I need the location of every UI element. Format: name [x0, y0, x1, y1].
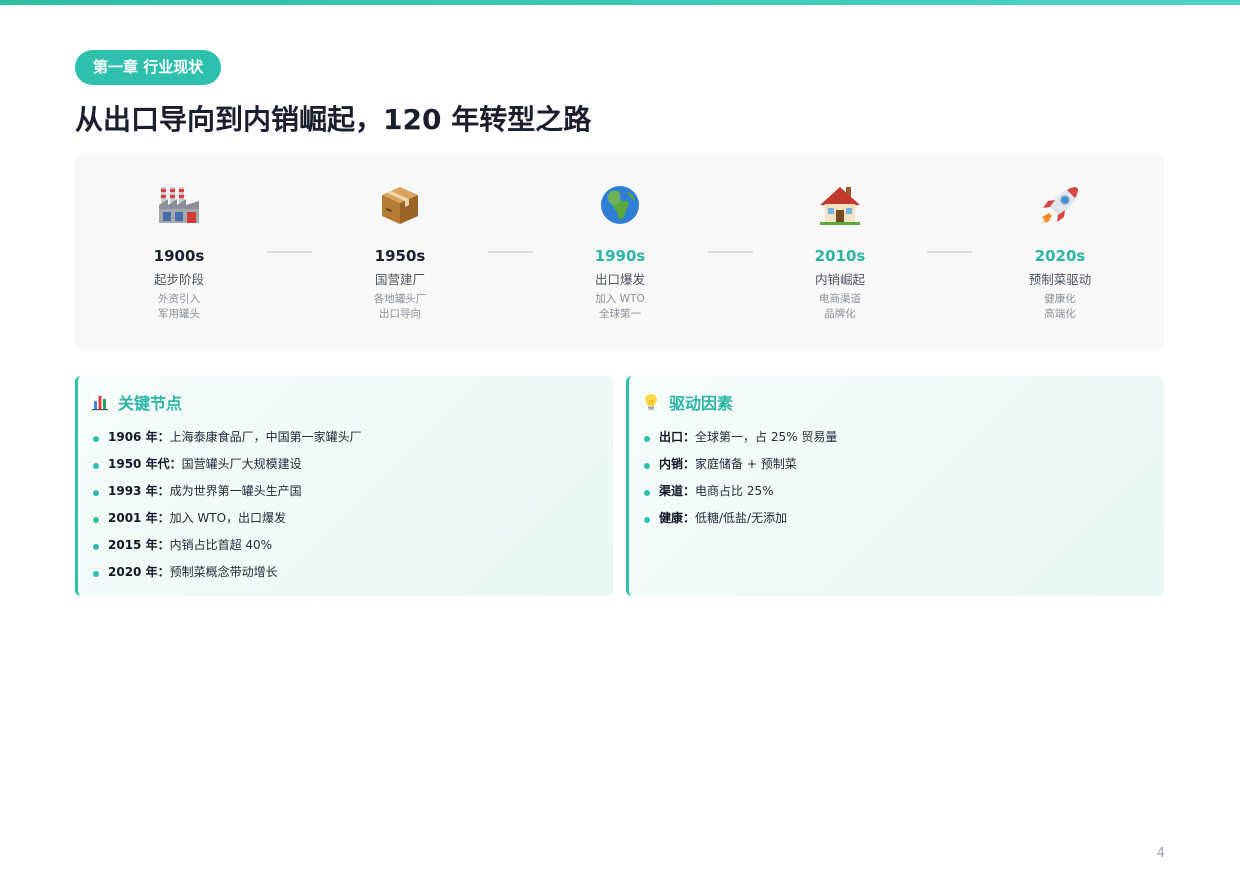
bullet-key: 2020 年： — [108, 565, 170, 579]
timeline-stage: 起步阶段 — [153, 272, 204, 287]
timeline-year: 1950s — [374, 247, 426, 265]
key-nodes-list: 1906 年：上海泰康食品厂，中国第一家罐头厂 1950 年代：国营罐头厂大规模… — [92, 429, 362, 591]
page-title: 从出口导向到内销崛起，120 年转型之路 — [75, 103, 592, 136]
timeline-item-2010s: 2010s 内销崛起 电商渠道 品牌化 — [760, 183, 920, 322]
bullet-dot — [93, 517, 99, 523]
bullet-text: 内销占比首超 40% — [169, 538, 273, 552]
bullet-text: 全球第一，占 25% 贸易量 — [695, 430, 838, 444]
list-item: 2001 年：加入 WTO，出口爆发 — [92, 510, 362, 537]
bullet-key: 1906 年： — [108, 430, 170, 444]
page-number: 4 — [1156, 846, 1165, 861]
drivers-card: 驱动因素 出口：全球第一，占 25% 贸易量 内销：家庭储备 + 预制菜 渠道：… — [626, 376, 1164, 596]
bullet-dot — [93, 571, 99, 577]
list-item: 健康：低糖/低盐/无添加 — [643, 510, 837, 537]
factory-icon — [159, 187, 199, 223]
drivers-title: 驱动因素 — [669, 394, 734, 413]
bullet-key: 1950 年代： — [108, 457, 182, 471]
timeline-detail: 健康化 — [1044, 293, 1076, 305]
timeline-detail: 出口导向 — [379, 308, 421, 320]
drivers-header: 驱动因素 — [643, 391, 733, 413]
bullet-key: 2015 年： — [108, 538, 170, 552]
house-icon — [820, 187, 860, 225]
timeline-detail: 高端化 — [1044, 308, 1076, 320]
timeline-detail: 外资引入 — [158, 293, 200, 305]
drivers-list: 出口：全球第一，占 25% 贸易量 内销：家庭储备 + 预制菜 渠道：电商占比 … — [643, 429, 837, 537]
timeline-detail: 各地罐头厂 — [373, 293, 427, 305]
list-item: 2015 年：内销占比首超 40% — [92, 537, 362, 564]
timeline-connector — [488, 251, 533, 253]
bullet-key: 渠道： — [659, 484, 696, 498]
bullet-dot — [93, 436, 99, 442]
bullet-text: 上海泰康食品厂，中国第一家罐头厂 — [169, 430, 362, 444]
timeline-stage: 出口爆发 — [594, 272, 645, 287]
timeline-year: 2020s — [1034, 247, 1086, 265]
top-accent-bar — [0, 0, 1240, 5]
key-nodes-header: 关键节点 — [92, 391, 182, 413]
timeline-detail: 全球第一 — [599, 308, 641, 320]
key-nodes-card: 关键节点 1906 年：上海泰康食品厂，中国第一家罐头厂 1950 年代：国营罐… — [75, 376, 613, 596]
bullet-text: 家庭储备 + 预制菜 — [695, 457, 797, 471]
package-icon — [382, 187, 418, 224]
bullet-dot — [93, 490, 99, 496]
bullet-dot — [93, 463, 99, 469]
bullet-dot — [93, 544, 99, 550]
lightbulb-icon — [645, 394, 657, 410]
bullet-key: 出口： — [659, 430, 696, 444]
bullet-text: 电商占比 25% — [695, 484, 774, 498]
timeline-detail: 加入 WTO — [595, 293, 645, 305]
bar-chart-icon — [92, 393, 108, 411]
bullet-text: 成为世界第一罐头生产国 — [169, 484, 302, 498]
bullet-text: 预制菜概念带动增长 — [169, 565, 278, 579]
list-item: 1993 年：成为世界第一罐头生产国 — [92, 483, 362, 510]
bullet-key: 2001 年： — [108, 511, 170, 525]
bullet-dot — [644, 463, 650, 469]
timeline-item-2020s: 2020s 预制菜驱动 健康化 高端化 — [980, 183, 1140, 322]
timeline-year: 1900s — [153, 247, 205, 265]
timeline-stage: 国营建厂 — [374, 272, 425, 287]
list-item: 1950 年代：国营罐头厂大规模建设 — [92, 456, 362, 483]
bullet-text: 加入 WTO，出口爆发 — [169, 511, 287, 525]
timeline-item-1900s: 1900s 起步阶段 外资引入 军用罐头 — [99, 183, 259, 322]
bullet-key: 健康： — [659, 511, 696, 525]
timeline-connector — [267, 251, 312, 253]
bullet-dot — [644, 436, 650, 442]
globe-icon — [601, 186, 639, 224]
chapter-badge: 第一章 行业现状 — [75, 50, 222, 85]
timeline-stage: 内销崛起 — [814, 272, 865, 287]
timeline-detail: 品牌化 — [824, 308, 856, 320]
list-item: 内销：家庭储备 + 预制菜 — [643, 456, 837, 483]
timeline-year: 2010s — [814, 247, 866, 265]
timeline-year: 1990s — [594, 247, 646, 265]
timeline-detail: 电商渠道 — [819, 293, 861, 305]
bullet-key: 1993 年： — [108, 484, 170, 498]
timeline-stage: 预制菜驱动 — [1028, 272, 1092, 287]
list-item: 渠道：电商占比 25% — [643, 483, 837, 510]
bullet-text: 国营罐头厂大规模建设 — [181, 457, 302, 471]
list-item: 2020 年：预制菜概念带动增长 — [92, 564, 362, 591]
bullet-dot — [644, 490, 650, 496]
bullet-key: 内销： — [659, 457, 696, 471]
timeline-connector — [708, 251, 753, 253]
timeline-connector — [927, 251, 972, 253]
key-nodes-title: 关键节点 — [118, 394, 183, 413]
bullet-text: 低糖/低盐/无添加 — [695, 511, 788, 525]
timeline-item-1990s: 1990s 出口爆发 加入 WTO 全球第一 — [540, 183, 700, 322]
timeline-detail: 军用罐头 — [158, 308, 200, 320]
list-item: 出口：全球第一，占 25% 贸易量 — [643, 429, 837, 456]
rocket-icon — [1042, 187, 1078, 223]
timeline-panel: 1900s 起步阶段 外资引入 军用罐头 1950s 国营建厂 各地罐头厂 出口… — [75, 155, 1164, 350]
bullet-dot — [644, 517, 650, 523]
list-item: 1906 年：上海泰康食品厂，中国第一家罐头厂 — [92, 429, 362, 456]
timeline-item-1950s: 1950s 国营建厂 各地罐头厂 出口导向 — [320, 183, 480, 322]
